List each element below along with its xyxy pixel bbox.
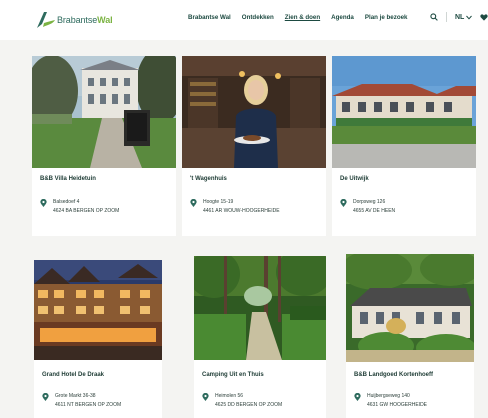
- address-street: Huijbergseweg 140: [367, 393, 410, 399]
- main-nav: Brabantse Wal Ontdekken Zien & doen Agen…: [188, 14, 419, 21]
- listing-title[interactable]: B&B Landgoed Kortenhoeff: [354, 372, 433, 378]
- heart-icon: [480, 13, 488, 21]
- site-header: BrabantseWal Brabantse Wal Ontdekken Zie…: [0, 0, 488, 40]
- address-city: 4655 AV DE HEEN: [353, 208, 396, 214]
- nav-item-agenda[interactable]: Agenda: [331, 14, 354, 21]
- search-icon: [430, 13, 438, 21]
- location-pin-icon: [340, 199, 347, 207]
- address-street: Dorpsweg 126: [353, 199, 386, 205]
- brabantse-wal-logo[interactable]: BrabantseWal: [34, 10, 113, 30]
- listing-address: Grote Markt 36-38 4611 NT BERGEN OP ZOOM: [42, 392, 121, 410]
- listing-card[interactable]: B&B Villa Heidetuin Balsedoef 4 4624 BA …: [32, 56, 176, 236]
- chevron-down-icon: [466, 15, 473, 20]
- address-street: Hoogte 15-19: [203, 199, 234, 205]
- language-label: NL: [455, 13, 465, 21]
- listing-photo: [34, 260, 162, 360]
- listing-address: Balsedoef 4 4624 BA BERGEN OP ZOOM: [40, 198, 119, 216]
- location-pin-icon: [354, 393, 361, 401]
- listing-card[interactable]: B&B Landgoed Kortenhoeff Huijbergseweg 1…: [346, 254, 474, 418]
- listing-address: Dorpsweg 126 4655 AV DE HEEN: [340, 198, 395, 216]
- location-pin-icon: [40, 199, 47, 207]
- listing-photo: [332, 56, 476, 168]
- divider: [446, 12, 447, 22]
- header-tools: NL: [430, 12, 488, 22]
- nav-item-brabantse-wal[interactable]: Brabantse Wal: [188, 14, 231, 21]
- listing-address: Hoogte 15-19 4461 AR WOUW-HOOGERHEIDE: [190, 198, 280, 216]
- listing-card[interactable]: 't Wagenhuis Hoogte 15-19 4461 AR WOUW-H…: [182, 56, 326, 236]
- location-pin-icon: [190, 199, 197, 207]
- listing-card[interactable]: Grand Hotel De Draak Grote Markt 36-38 4…: [34, 260, 162, 418]
- listing-card[interactable]: Camping Uit en Thuis Heimolen 56 4625 DD…: [194, 256, 326, 418]
- listing-photo: [194, 256, 326, 360]
- listing-title[interactable]: Camping Uit en Thuis: [202, 372, 264, 378]
- address-city: 4631 GW HOOGERHEIDE: [367, 402, 428, 408]
- search-button[interactable]: [430, 13, 438, 21]
- listing-title[interactable]: 't Wagenhuis: [190, 176, 227, 182]
- listing-card[interactable]: De Uitwijk Dorpsweg 126 4655 AV DE HEEN: [332, 56, 476, 236]
- nav-item-ontdekken[interactable]: Ontdekken: [242, 14, 274, 21]
- listing-address: Heimolen 56 4625 DD BERGEN OP ZOOM: [202, 392, 282, 410]
- listing-photo: [182, 56, 326, 168]
- listing-address: Huijbergseweg 140 4631 GW HOOGERHEIDE: [354, 392, 427, 410]
- location-pin-icon: [42, 393, 49, 401]
- address-city: 4611 NT BERGEN OP ZOOM: [55, 402, 122, 408]
- listing-photo: [346, 254, 474, 362]
- favorites-button[interactable]: [480, 13, 488, 21]
- address-city: 4461 AR WOUW-HOOGERHEIDE: [203, 208, 280, 214]
- logo-icon: [37, 12, 55, 28]
- location-pin-icon: [202, 393, 209, 401]
- listing-title[interactable]: Grand Hotel De Draak: [42, 372, 104, 378]
- listing-title[interactable]: B&B Villa Heidetuin: [40, 176, 96, 182]
- address-city: 4625 DD BERGEN OP ZOOM: [215, 402, 283, 408]
- address-street: Grote Markt 36-38: [55, 393, 96, 399]
- address-street: Heimolen 56: [215, 393, 244, 399]
- nav-item-zien-doen[interactable]: Zien & doen: [285, 14, 320, 21]
- logo-text: BrabantseWal: [57, 15, 113, 25]
- listing-title[interactable]: De Uitwijk: [340, 176, 369, 182]
- listing-photo: [32, 56, 176, 168]
- address-city: 4624 BA BERGEN OP ZOOM: [53, 208, 120, 214]
- nav-item-plan-je-bezoek[interactable]: Plan je bezoek: [365, 14, 408, 21]
- address-street: Balsedoef 4: [53, 199, 80, 205]
- language-select[interactable]: NL: [455, 13, 473, 21]
